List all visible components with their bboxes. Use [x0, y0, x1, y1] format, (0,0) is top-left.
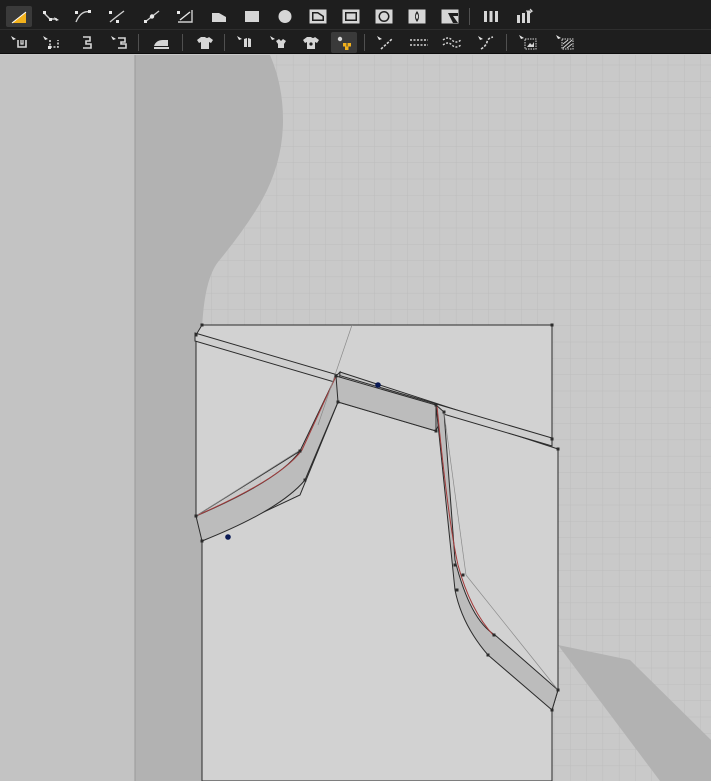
polygon-icon	[212, 13, 226, 22]
edit-curve-point-tool[interactable]	[70, 6, 96, 27]
rectangle-icon	[245, 11, 259, 22]
cut-curve-icon	[177, 10, 193, 23]
trim-tool[interactable]	[298, 32, 324, 53]
add-point-tool[interactable]	[139, 6, 165, 27]
symmetry-icon	[237, 36, 251, 47]
toolbar-2d-bottom	[0, 29, 711, 54]
edit-topstitch-tool[interactable]	[372, 32, 398, 53]
cut-curve-tool[interactable]	[172, 6, 198, 27]
edit-point-tool[interactable]	[38, 6, 64, 27]
pattern-canvas-svg	[0, 55, 711, 781]
tuck-icon	[517, 8, 534, 23]
internal-circle-icon	[375, 9, 393, 24]
segment-sewing-tool[interactable]	[6, 32, 32, 53]
m-n-free-sewing-icon	[111, 36, 127, 49]
transform-pattern-tool[interactable]	[6, 6, 32, 27]
free-topstitch-icon	[442, 37, 462, 48]
graphic-icon	[519, 35, 537, 50]
free-sewing-icon	[43, 36, 59, 49]
toolbar-2d-top	[0, 4, 711, 30]
pin-icon	[337, 36, 351, 50]
pattern-editor-window	[0, 0, 711, 781]
edit-segment-tool[interactable]	[104, 6, 130, 27]
internal-polygon-icon	[309, 9, 327, 24]
internal-circle-tool[interactable]	[371, 6, 397, 27]
toolbar-separator	[138, 34, 139, 51]
darts-tool[interactable]	[437, 6, 463, 27]
texture-icon	[556, 35, 574, 50]
add-point-icon	[144, 10, 160, 23]
tack-icon	[270, 36, 286, 48]
internal-rectangle-icon	[342, 9, 360, 24]
edit-point-icon	[43, 11, 59, 21]
pleat-icon	[484, 11, 498, 22]
puckering-icon	[478, 36, 494, 50]
toolbar-separator	[224, 34, 225, 51]
rectangle-tool[interactable]	[239, 6, 265, 27]
tack-tool[interactable]	[265, 32, 291, 53]
segment-topstitch-tool[interactable]	[406, 32, 432, 53]
pin-tool[interactable]	[331, 32, 357, 53]
m-n-free-sewing-tool[interactable]	[106, 32, 132, 53]
topstitch-icon	[377, 36, 393, 50]
internal-diamond-icon	[408, 9, 426, 24]
shirt-icon	[197, 37, 213, 49]
toolbar-separator	[506, 34, 507, 51]
symmetry-tool[interactable]	[232, 32, 258, 53]
iron-icon	[154, 40, 169, 49]
m-n-segment-sewing-tool[interactable]	[72, 32, 98, 53]
toolbar-separator	[469, 8, 470, 25]
trim-icon	[303, 37, 319, 49]
toolbar-separator	[182, 34, 183, 51]
graphic-tool[interactable]	[515, 32, 541, 53]
internal-diamond-tool[interactable]	[404, 6, 430, 27]
edit-curve-point-icon	[75, 10, 91, 23]
texture-tool[interactable]	[552, 32, 578, 53]
edit-segment-icon	[109, 10, 125, 23]
segment-topstitch-icon	[410, 39, 428, 46]
transform-pattern-icon	[11, 11, 27, 24]
circle-icon	[278, 10, 292, 23]
free-sewing-tool[interactable]	[38, 32, 64, 53]
internal-rectangle-tool[interactable]	[338, 6, 364, 27]
toolbar-separator	[364, 34, 365, 51]
puckering-tool[interactable]	[473, 32, 499, 53]
tuck-tool[interactable]	[511, 6, 537, 27]
pattern-2d-canvas[interactable]	[0, 55, 711, 781]
polygon-tool[interactable]	[206, 6, 232, 27]
dart-icon	[441, 9, 459, 24]
pattern-fold-tool[interactable]	[192, 32, 218, 53]
pin-marker[interactable]	[225, 534, 231, 540]
circle-tool[interactable]	[272, 6, 298, 27]
free-topstitch-tool[interactable]	[439, 32, 465, 53]
segment-sewing-icon	[11, 36, 27, 48]
steam-tool[interactable]	[148, 32, 174, 53]
internal-polygon-tool[interactable]	[305, 6, 331, 27]
pleats-tool[interactable]	[478, 6, 504, 27]
pin-marker[interactable]	[375, 382, 381, 388]
m-n-segment-sewing-icon	[83, 36, 92, 49]
